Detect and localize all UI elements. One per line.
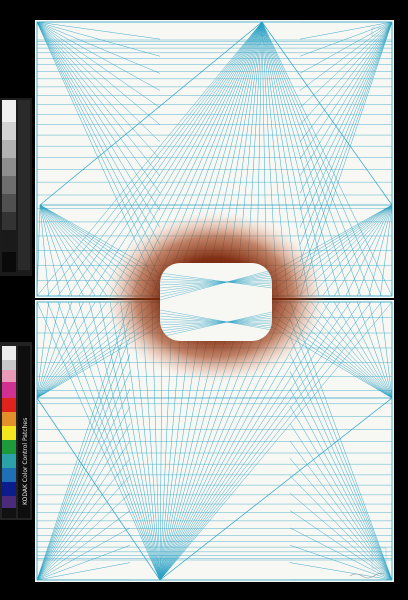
calibration-label: KODAK Color Control Patches [22, 418, 29, 505]
artwork-scene: KODAK Color Control Patches [0, 0, 408, 600]
color-calibration-strip: KODAK Color Control Patches [0, 342, 32, 520]
central-void-window [160, 263, 272, 341]
grayscale-calibration-strip [0, 98, 32, 276]
